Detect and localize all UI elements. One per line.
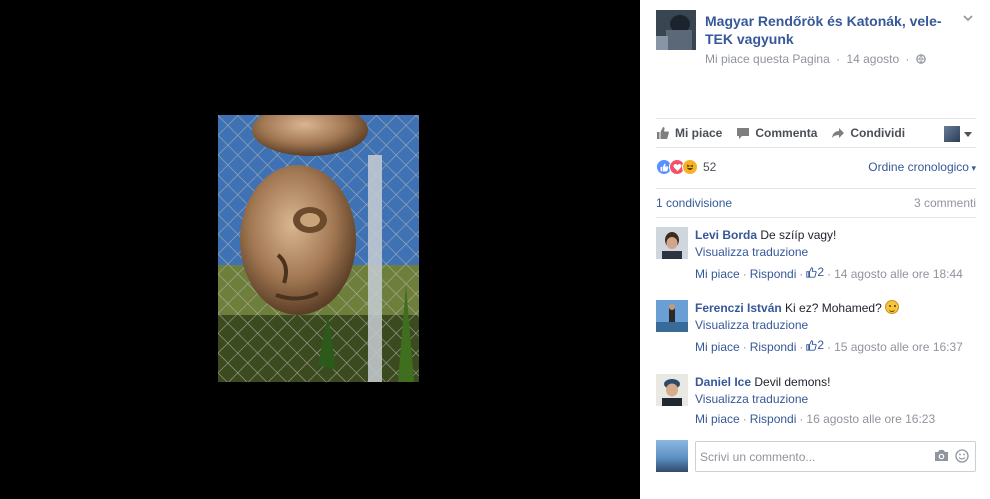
comment-input-box[interactable] — [695, 441, 976, 472]
current-identity-avatar — [944, 126, 960, 142]
comment-actions: Mi piace · Rispondi · 16 agosto alle ore 16:… — [695, 411, 975, 428]
comment-item: Daniel Ice Devil demons! Visualizza trad… — [656, 374, 976, 426]
comment-bubble-icon — [737, 127, 750, 139]
chevron-down-icon[interactable] — [960, 12, 976, 28]
photo-illustration — [218, 115, 419, 382]
comment-text: Devil demons! — [754, 375, 831, 389]
comment-timestamp[interactable]: 15 agosto alle ore 16:37 — [834, 340, 963, 354]
post-meta: Mi piace questa Pagina · 14 agosto · — [705, 52, 926, 66]
comment-body: Levi Borda De szííp vagy! Visualizza tra… — [695, 227, 975, 283]
separator-dot: · — [742, 412, 747, 426]
haha-reaction-icon — [682, 159, 698, 175]
smiley-emoji-icon — [885, 300, 900, 314]
page-name-link[interactable]: Magyar Rendőrök és Katonák, vele-TEK vag… — [705, 12, 955, 48]
comment-author[interactable]: Daniel Ice — [695, 375, 751, 389]
photo-viewer — [0, 0, 640, 499]
caret-down-icon — [964, 131, 972, 137]
comment-button-label: Commenta — [755, 126, 818, 140]
comment-like-link[interactable]: Mi piace — [695, 267, 740, 281]
share-arrow-icon — [832, 128, 845, 138]
post-stats: 1 condivisione 3 commenti — [656, 188, 976, 218]
share-button-label: Condividi — [850, 126, 906, 140]
avatar — [656, 440, 688, 472]
post-action-bar: Mi piace Commenta Condividi — [656, 118, 976, 148]
comment-text: De szííp vagy! — [760, 228, 837, 242]
globe-icon — [916, 52, 926, 66]
separator-dot: · — [799, 340, 804, 354]
comment-body: Ferenczi István Ki ez? Mohamed? Visualiz… — [695, 300, 975, 356]
comment-author[interactable]: Ferenczi István — [695, 301, 782, 315]
comment-timestamp[interactable]: 16 agosto alle ore 16:23 — [806, 412, 935, 426]
comment-like-count[interactable]: 2 — [806, 337, 824, 354]
avatar[interactable] — [656, 300, 688, 332]
meta-separator: · — [836, 52, 841, 66]
page-avatar[interactable] — [656, 10, 696, 50]
post-header: Magyar Rendőrök és Katonák, vele-TEK vag… — [656, 10, 976, 70]
comment-like-number: 2 — [817, 338, 825, 352]
avatar[interactable] — [656, 374, 688, 406]
thumbs-up-icon — [806, 267, 817, 278]
comment-actions: Mi piace · Rispondi · 2 · 15 agosto alle ore 1… — [695, 337, 975, 356]
page-avatar-image — [656, 10, 696, 50]
comment-reply-link[interactable]: Rispondi — [750, 412, 797, 426]
comment-like-link[interactable]: Mi piace — [695, 340, 740, 354]
comment-text: Ki ez? Mohamed? — [785, 301, 882, 315]
separator-dot: · — [827, 267, 832, 281]
composer-icons — [934, 449, 969, 466]
like-button-label: Mi piace — [675, 126, 723, 140]
separator-dot: · — [799, 267, 804, 281]
comment-actions: Mi piace · Rispondi · 2 · 14 agosto alle ore 1… — [695, 264, 975, 283]
like-button[interactable]: Mi piace — [656, 126, 722, 140]
separator-dot: · — [742, 267, 747, 281]
comment-like-link[interactable]: Mi piace — [695, 412, 740, 426]
post-sidebar: Magyar Rendőrök és Katonák, vele-TEK vag… — [640, 0, 990, 499]
thumbs-up-icon — [806, 340, 817, 351]
separator-dot: · — [742, 340, 747, 354]
comment-composer — [656, 440, 976, 474]
see-translation-link[interactable]: Visualizza traduzione — [695, 244, 975, 261]
comment-like-count[interactable]: 2 — [806, 264, 824, 281]
comment-order-dropdown[interactable]: Ordine cronologico — [868, 160, 976, 174]
comment-like-number: 2 — [817, 265, 825, 279]
reaction-count: 52 — [703, 160, 717, 174]
avatar[interactable] — [656, 227, 688, 259]
comment-button[interactable]: Commenta — [736, 126, 817, 140]
like-page-link[interactable]: Mi piace questa Pagina — [705, 52, 830, 66]
comment-item: Levi Borda De szííp vagy! Visualizza tra… — [656, 227, 976, 295]
comment-count[interactable]: 3 commenti — [914, 196, 976, 210]
comment-item: Ferenczi István Ki ez? Mohamed? Visualiz… — [656, 300, 976, 368]
post-date[interactable]: 14 agosto — [846, 52, 899, 66]
comment-reply-link[interactable]: Rispondi — [750, 267, 797, 281]
separator-dot: · — [799, 412, 804, 426]
thumbs-up-icon — [657, 127, 669, 139]
camera-icon[interactable] — [934, 449, 949, 466]
separator-dot: · — [827, 340, 832, 354]
post-photo[interactable] — [218, 115, 419, 382]
comment-timestamp[interactable]: 14 agosto alle ore 18:44 — [834, 267, 963, 281]
see-translation-link[interactable]: Visualizza traduzione — [695, 391, 975, 408]
share-count-link[interactable]: 1 condivisione — [656, 196, 732, 210]
emoji-smiley-icon[interactable] — [955, 449, 969, 466]
share-button[interactable]: Condividi — [831, 126, 905, 140]
comment-input[interactable] — [696, 442, 916, 471]
see-translation-link[interactable]: Visualizza traduzione — [695, 317, 975, 334]
meta-separator: · — [905, 52, 910, 66]
comment-reply-link[interactable]: Rispondi — [750, 340, 797, 354]
post-as-selector[interactable] — [944, 126, 972, 142]
comment-body: Daniel Ice Devil demons! Visualizza trad… — [695, 374, 975, 428]
comment-author[interactable]: Levi Borda — [695, 228, 757, 242]
reactions-summary[interactable]: 52 Ordine cronologico — [656, 156, 976, 178]
